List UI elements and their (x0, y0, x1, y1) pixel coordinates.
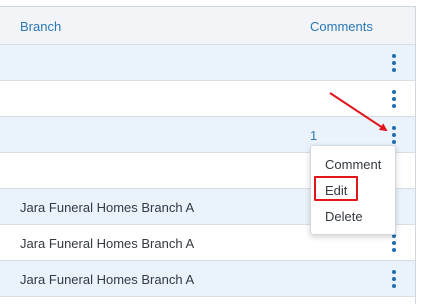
kebab-menu-icon[interactable] (387, 126, 401, 144)
table-row: Jara Funeral Homes Branch A (0, 261, 415, 297)
column-header-comments[interactable]: Comments (310, 19, 373, 34)
column-header-branch[interactable]: Branch (20, 19, 61, 34)
table-row (0, 81, 415, 117)
branch-cell: Jara Funeral Homes Branch A (20, 272, 195, 287)
branch-cell: Jara Funeral Homes Branch A (20, 200, 195, 215)
menu-item-comment[interactable]: Comment (325, 157, 381, 172)
comment-count-cell[interactable]: 1 (310, 128, 317, 143)
kebab-menu-icon[interactable] (387, 234, 401, 252)
branch-cell: Jara Funeral Homes Branch A (20, 236, 195, 251)
kebab-menu-icon[interactable] (387, 270, 401, 288)
kebab-menu-icon[interactable] (387, 54, 401, 72)
kebab-menu-icon[interactable] (387, 90, 401, 108)
menu-item-delete[interactable]: Delete (325, 209, 363, 224)
edit-highlight-box (314, 176, 358, 201)
table-row (0, 45, 415, 81)
table-header: Branch Comments (0, 7, 415, 45)
